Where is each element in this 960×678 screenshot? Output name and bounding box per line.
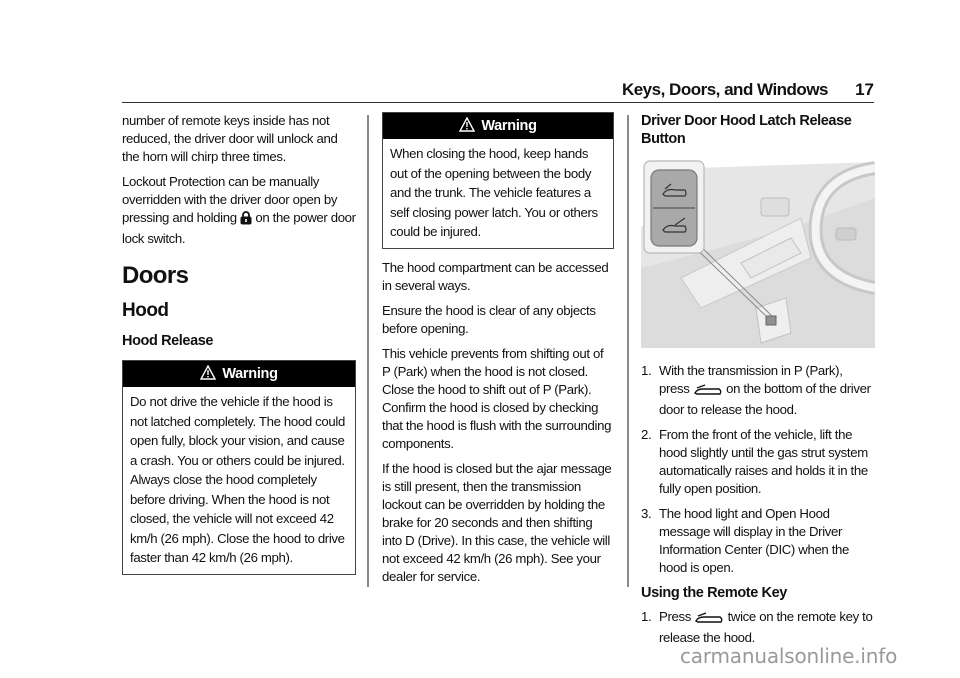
paragraph: If the hood is closed but the ajar messa… [382, 460, 612, 584]
warning-header: Warning [123, 361, 355, 387]
column-divider [627, 115, 629, 587]
paragraph: The hood compartment can be accessed in … [382, 259, 609, 293]
text: The hood light and Open Hood message wil… [659, 506, 850, 575]
heading-remote-key: Using the Remote Key [641, 585, 787, 601]
step-number: 2. [641, 427, 652, 442]
warning-text: When closing the hood, keep hands out of… [390, 146, 598, 239]
paragraph: Ensure the hood is clear of any objects … [382, 302, 596, 336]
paragraph: This vehicle prevents from shifting out … [382, 345, 612, 451]
warning-text: Do not drive the vehicle if the hood is … [130, 394, 345, 565]
heading-latch-release: Driver Door Hood Latch Release Button [641, 113, 852, 147]
lock-icon [240, 211, 252, 230]
column-left: number of remote keys inside has not red… [122, 112, 356, 585]
list-item: 1. With the transmission in P (Park), pr… [641, 362, 875, 419]
step-number: 3. [641, 506, 652, 521]
step-number: 1. [641, 363, 652, 378]
warning-triangle-icon [200, 363, 217, 389]
column-divider [367, 115, 369, 587]
text: From the front of the vehicle, lift the … [659, 427, 868, 496]
warning-label: Warning [222, 366, 278, 382]
column-middle: Warning When closing the hood, keep hand… [382, 112, 614, 593]
page-header: Keys, Doors, and Windows 17 [122, 80, 874, 103]
step-number: 1. [641, 609, 652, 624]
list-item: 1. Press twice on the remote key to rele… [641, 608, 875, 647]
heading-doors: Doors [122, 262, 189, 289]
remote-steps: 1. Press twice on the remote key to rele… [641, 608, 875, 647]
list-item: 2. From the front of the vehicle, lift t… [641, 426, 875, 498]
heading-hood-release: Hood Release [122, 333, 214, 349]
warning-label: Warning [481, 118, 537, 134]
warning-box: Warning Do not drive the vehicle if the … [122, 360, 356, 575]
column-right: Driver Door Hood Latch Release Button 1.… [641, 112, 877, 654]
list-item: 3. The hood light and Open Hood message … [641, 505, 875, 577]
page-number: 17 [855, 80, 874, 99]
section-title: Keys, Doors, and Windows [621, 80, 829, 99]
heading-hood: Hood [122, 300, 169, 321]
hood-latch-illustration [641, 158, 877, 348]
latch-steps: 1. With the transmission in P (Park), pr… [641, 362, 875, 577]
warning-box: Warning When closing the hood, keep hand… [382, 112, 614, 249]
hood-release-icon [694, 611, 724, 629]
text: Press [659, 609, 695, 624]
hood-release-icon [693, 383, 723, 401]
paragraph: number of remote keys inside has not red… [122, 113, 338, 164]
paragraph-lockout: Lockout Protection can be manually overr… [122, 173, 356, 248]
warning-triangle-icon [459, 115, 476, 141]
watermark: carmanualsonline.info [680, 644, 898, 668]
warning-header: Warning [383, 113, 613, 139]
